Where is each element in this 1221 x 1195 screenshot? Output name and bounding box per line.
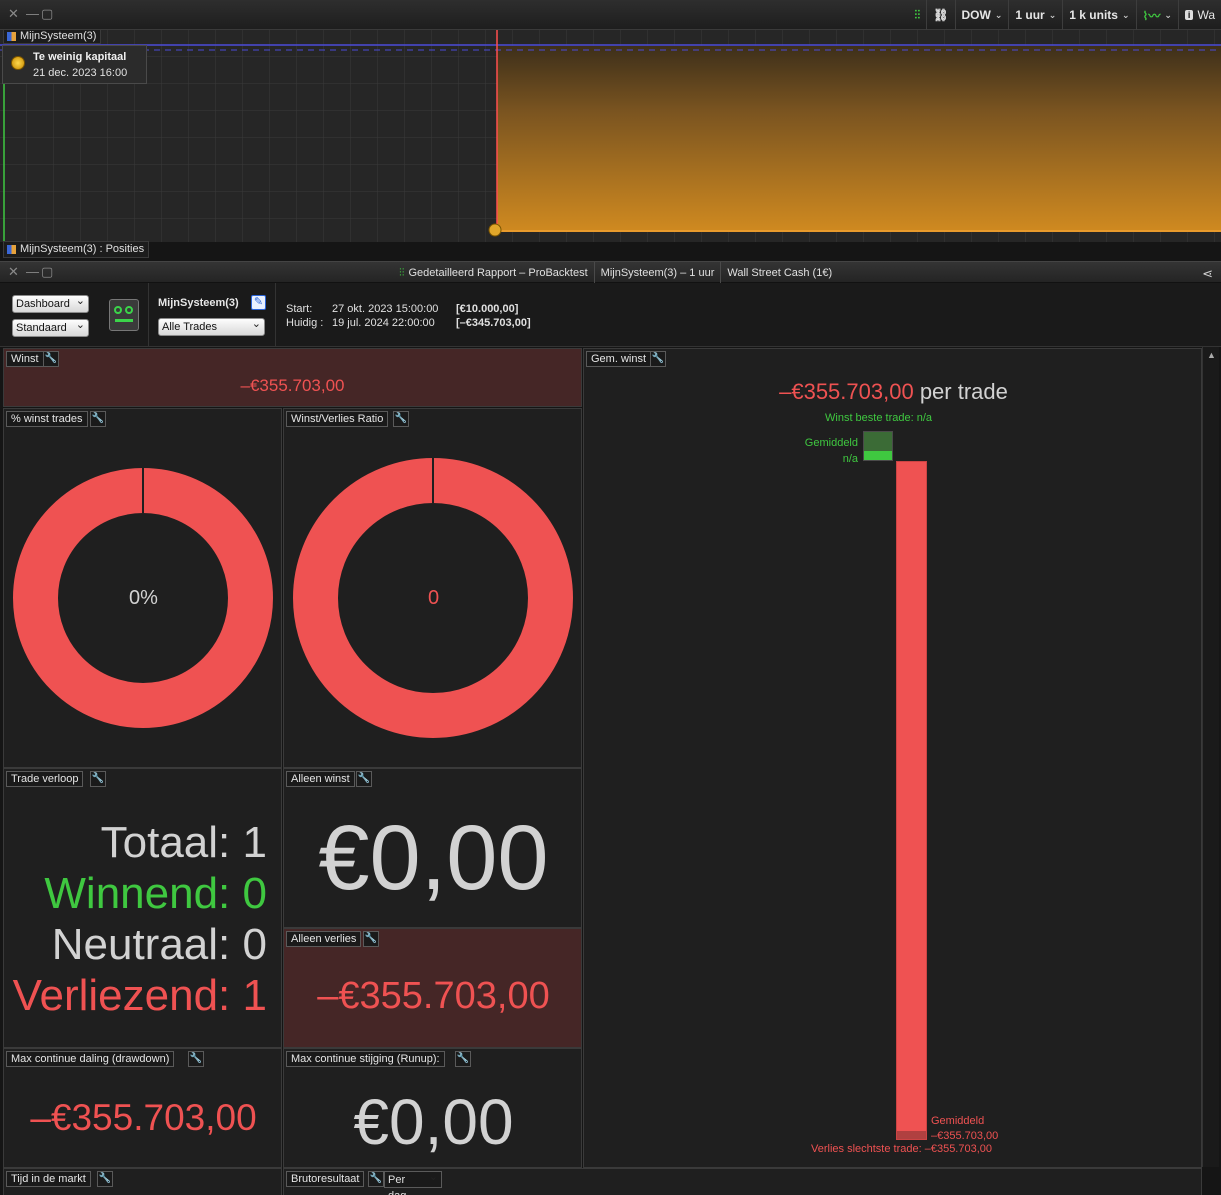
backtest-period-info: Start: 27 okt. 2023 15:00:00 [€10.000,00] … (286, 303, 531, 329)
system-tag[interactable]: MijnSysteem(3) (3, 30, 102, 44)
edit-icon[interactable]: ✎ (251, 295, 266, 310)
winst-value: –€355.703,00 (240, 376, 345, 395)
equity-chart[interactable]: MijnSysteem(3) Te weinig kapitaal 21 dec… (0, 30, 1221, 242)
report-window-header: ✕ — ▢ ⫶⫶ Gedetailleerd Rapport – ProBackt… (0, 261, 1221, 284)
panel-title: Brutoresultaat (286, 1171, 365, 1187)
scrollbar[interactable]: ▲ (1202, 347, 1219, 1167)
maximize-icon[interactable]: ▢ (41, 265, 53, 279)
panel-title: Max continue stijging (Runup): (286, 1051, 445, 1067)
report-system: MijnSysteem(3) – 1 uur (595, 262, 722, 284)
panel-title: Max continue daling (drawdown) (6, 1051, 175, 1067)
panel-drawdown: Max continue daling (drawdown) 🔧 –€355.7… (3, 1048, 282, 1168)
panel-brutoresultaat: Brutoresultaat 🔧 Per dag (283, 1168, 1202, 1195)
minimize-icon[interactable]: — (26, 265, 39, 279)
ratio-value: 0 (427, 587, 440, 609)
system-name: MijnSysteem(3) (158, 297, 239, 309)
avg-win-label: Gemiddeld n/a (804, 437, 858, 465)
insufficient-capital-tooltip: Te weinig kapitaal 21 dec. 2023 16:00 (2, 45, 147, 84)
period-select[interactable]: Per dag (384, 1169, 442, 1195)
flag-icon (7, 245, 16, 254)
panel-alleen-verlies: Alleen verlies 🔧 –€355.703,00 (283, 928, 582, 1048)
wrench-icon[interactable]: 🔧 (650, 351, 666, 367)
trades-select[interactable]: Alle Trades (158, 316, 265, 336)
panel-alleen-winst: Alleen winst 🔧 €0,00 (283, 768, 582, 928)
equity-chart-canvas (0, 30, 1221, 242)
panel-title: Gem. winst (586, 351, 652, 367)
share-icon[interactable]: ⋖ (1202, 266, 1213, 282)
link-icon[interactable]: ⛓ (926, 0, 954, 30)
timeframe-selector[interactable]: 1 uur ⌄ (1008, 0, 1062, 30)
drawdown-value: –€355.703,00 (30, 1097, 257, 1138)
units-selector[interactable]: 1 k units ⌄ (1062, 0, 1135, 30)
panel-ratio: Winst/Verlies Ratio 🔧 0 (283, 408, 582, 768)
panel-title: Trade verloop (6, 771, 84, 787)
runup-value: €0,00 (353, 1086, 514, 1158)
wrench-icon[interactable]: 🔧 (455, 1051, 471, 1067)
avg-win-bar[interactable] (863, 431, 893, 461)
equity-area (497, 46, 1221, 232)
alleen-verlies-value: –€355.703,00 (317, 975, 550, 1017)
wrench-icon[interactable]: 🔧 (97, 1171, 113, 1187)
panel-winst: Winst 🔧 –€355.703,00 (3, 348, 582, 407)
instrument-selector[interactable]: DOW ⌄ (954, 0, 1009, 30)
panel-runup: Max continue stijging (Runup): 🔧 €0,00 (283, 1048, 582, 1168)
backtest-icon: ⫶⫶ (399, 266, 405, 279)
wrench-icon[interactable]: 🔧 (188, 1051, 204, 1067)
panel-trade-verloop: Trade verloop 🔧 Totaal: 1 Winnend: 0 Neu… (3, 768, 282, 1048)
winnend-row: Winnend: 0 (44, 869, 267, 918)
top-toolbar: ✕ — ▢ ⫶⫶ ⛓ DOW ⌄ 1 uur ⌄ 1 k units ⌄ ⌇〰 ⌄ iW… (0, 0, 1221, 30)
report-instrument: Wall Street Cash (1€) (727, 267, 833, 279)
verliezend-row: Verliezend: 1 (12, 971, 267, 1020)
candles-icon[interactable]: ⫶⫶ (908, 0, 926, 30)
wrench-icon[interactable]: 🔧 (90, 771, 106, 787)
info-icon[interactable]: i Wa (1177, 0, 1221, 30)
coins-icon (11, 56, 25, 70)
view-select[interactable]: Dashboard (12, 293, 89, 313)
coin-icon[interactable] (488, 223, 502, 237)
trade-stats: Totaal: 1 Winnend: 0 Neutraal: 0 Verliez… (13, 817, 267, 1021)
avg-loss-label: Gemiddeld –€355.703,00 (931, 1115, 999, 1142)
panel-pct-winst: % winst trades 🔧 0% (3, 408, 282, 768)
layout-select[interactable]: Standaard (12, 317, 89, 337)
panel-title: Winst (6, 351, 44, 367)
report-title: ⫶⫶ Gedetailleerd Rapport – ProBacktest (393, 262, 595, 284)
totaal-row: Totaal: 1 (100, 818, 267, 867)
pct-winst-value: 0% (129, 587, 158, 609)
panel-title: Alleen winst (286, 771, 355, 787)
wrench-icon[interactable]: 🔧 (363, 931, 379, 947)
robot-icon[interactable] (109, 299, 139, 331)
avg-loss-bar[interactable] (896, 461, 927, 1140)
scroll-up-icon[interactable]: ▲ (1207, 350, 1216, 360)
panel-tijd-in-markt: Tijd in de markt 🔧 (3, 1168, 282, 1195)
close-icon[interactable]: ✕ (8, 7, 19, 21)
flag-icon (7, 32, 16, 41)
close-icon[interactable]: ✕ (8, 265, 19, 279)
worst-trade-label: Verlies slechtste trade: –€355.703,00 (811, 1143, 993, 1155)
minimize-icon[interactable]: — (26, 7, 39, 21)
wrench-icon[interactable]: 🔧 (43, 351, 59, 367)
alleen-winst-value: €0,00 (318, 807, 549, 909)
wrench-icon[interactable]: 🔧 (356, 771, 372, 787)
neutraal-row: Neutraal: 0 (51, 920, 267, 969)
panel-gem-winst: Gem. winst 🔧 –€355.703,00 per trade Wins… (583, 348, 1202, 1168)
panel-title: Alleen verlies (286, 931, 362, 947)
avg-win-headline: –€355.703,00 per trade (779, 379, 1008, 404)
report-controls: Dashboard Standaard MijnSysteem(3) ✎ All… (0, 283, 1221, 347)
chart-type-icon[interactable]: ⌇〰 ⌄ (1135, 0, 1178, 30)
wrench-icon[interactable]: 🔧 (368, 1171, 384, 1187)
best-trade-label: Winst beste trade: n/a (825, 412, 932, 424)
panel-title: Tijd in de markt (6, 1171, 91, 1187)
positions-tag[interactable]: MijnSysteem(3) : Posities (3, 241, 150, 258)
maximize-icon[interactable]: ▢ (41, 7, 53, 21)
